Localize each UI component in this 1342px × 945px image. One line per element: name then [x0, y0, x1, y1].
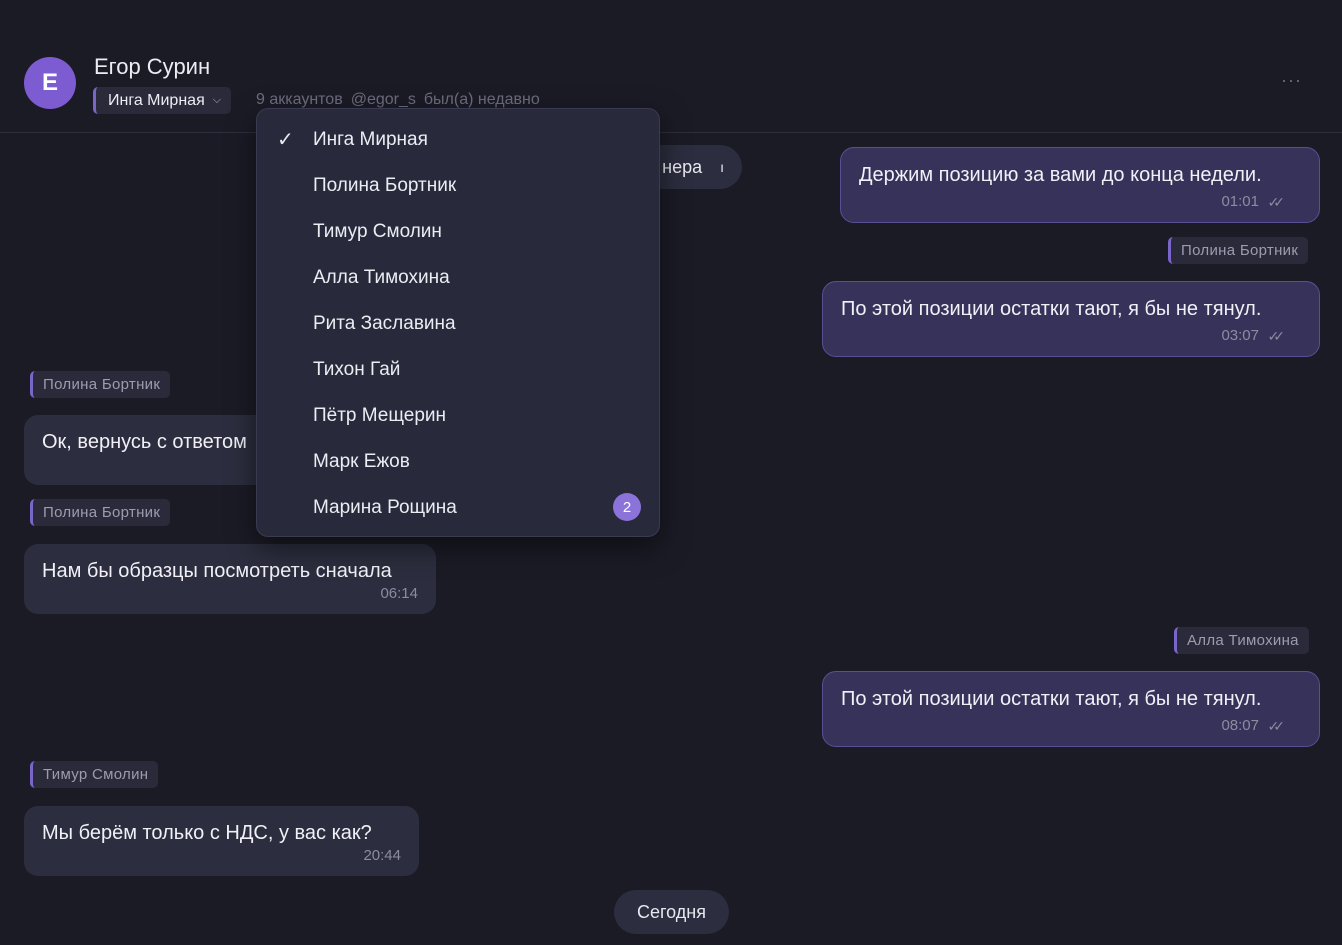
accounts-count: 9 аккаунтов: [256, 91, 343, 108]
dropdown-item-label: Алла Тимохина: [313, 267, 450, 288]
date-pill-today-label: Сегодня: [637, 901, 706, 922]
message-text: Нам бы образцы посмотреть сначала: [42, 560, 392, 582]
date-pill-yesterday-label: нера: [662, 156, 703, 177]
date-pill-today: Сегодня: [614, 890, 729, 934]
account-chip: Полина Бортник: [30, 499, 171, 526]
account-selector[interactable]: Инга Мирная ⌵: [93, 87, 232, 114]
account-chip: Алла Тимохина: [1174, 627, 1309, 654]
dropdown-item-petr-meshcherin[interactable]: Пётр Мещерин: [257, 392, 659, 438]
unread-badge: 2: [613, 493, 641, 521]
dropdown-item-label: Марк Ежов: [313, 451, 410, 472]
selected-account-label: Инга Мирная: [108, 91, 205, 109]
dropdown-item-inga-mirnaya[interactable]: ✓ Инга Мирная: [257, 116, 659, 162]
dropdown-item-alla-timokhina[interactable]: Алла Тимохина: [257, 254, 659, 300]
message-bubble-incoming[interactable]: Нам бы образцы посмотреть сначала 06:14: [24, 544, 436, 614]
message-text: По этой позиции остатки тают, я бы не тя…: [841, 688, 1262, 710]
contact-avatar[interactable]: Е: [24, 57, 76, 109]
account-chip: Полина Бортник: [30, 371, 171, 398]
message-time: 03:07: [1221, 327, 1259, 344]
double-check-icon: ✓✓: [1267, 328, 1286, 344]
chevron-down-icon: ⌵: [212, 94, 222, 106]
dropdown-item-mark-ezhov[interactable]: Марк Ежов: [257, 438, 659, 484]
dropdown-item-label: Пётр Мещерин: [313, 405, 447, 426]
account-dropdown-menu: ✓ Инга Мирная Полина Бортник Тимур Смоли…: [256, 108, 660, 537]
message-bubble-incoming[interactable]: Мы берём только с НДС, у вас как? 20:44: [24, 806, 419, 876]
message-text: Мы берём только с НДС, у вас как?: [42, 822, 372, 844]
more-options-icon[interactable]: ···: [1281, 70, 1302, 91]
last-seen: был(а) недавно: [423, 91, 540, 108]
message-text: По этой позиции остатки тают, я бы не тя…: [841, 298, 1262, 320]
double-check-icon: ✓✓: [1267, 194, 1286, 210]
message-text: Ок, вернусь с ответом: [42, 431, 247, 453]
account-chip: Полина Бортник: [1168, 237, 1309, 264]
message-time: 08:07: [1221, 717, 1259, 734]
message-time: 01:01: [1221, 193, 1259, 210]
dropdown-item-rita-zaslavina[interactable]: Рита Заславина: [257, 300, 659, 346]
contact-meta: 9 аккаунтов @egor_s был(а) недавно: [256, 91, 540, 109]
dropdown-item-timur-smolin[interactable]: Тимур Смолин: [257, 208, 659, 254]
dropdown-item-marina-roshchina[interactable]: Марина Рощина 2: [257, 484, 659, 530]
checkmark-icon: ✓: [277, 129, 294, 151]
dropdown-item-label: Рита Заславина: [313, 313, 456, 334]
dropdown-item-tikhon-gai[interactable]: Тихон Гай: [257, 346, 659, 392]
message-time: 20:44: [363, 847, 401, 864]
dropdown-item-label: Инга Мирная: [313, 129, 428, 150]
message-text: Держим позицию за вами до конца недели.: [859, 164, 1262, 186]
contact-name[interactable]: Егор Сурин: [94, 54, 210, 80]
dropdown-item-label: Тихон Гай: [313, 359, 401, 380]
username: @egor_s: [350, 91, 416, 108]
dropdown-item-label: Полина Бортник: [313, 175, 457, 196]
dropdown-item-label: Тимур Смолин: [313, 221, 442, 242]
dropdown-item-polina-bortnik[interactable]: Полина Бортник: [257, 162, 659, 208]
pill-divider: ı: [720, 159, 724, 175]
message-bubble-outgoing[interactable]: По этой позиции остатки тают, я бы не тя…: [822, 281, 1320, 357]
dropdown-item-label: Марина Рощина: [313, 497, 457, 518]
double-check-icon: ✓✓: [1267, 718, 1286, 734]
message-bubble-outgoing[interactable]: Держим позицию за вами до конца недели. …: [840, 147, 1320, 223]
chat-header: Е Егор Сурин Инга Мирная ⌵ 9 аккаунтов @…: [0, 0, 1342, 133]
message-time: 06:14: [380, 585, 418, 602]
account-chip: Тимур Смолин: [30, 761, 159, 788]
message-bubble-outgoing[interactable]: По этой позиции остатки тают, я бы не тя…: [822, 671, 1320, 747]
